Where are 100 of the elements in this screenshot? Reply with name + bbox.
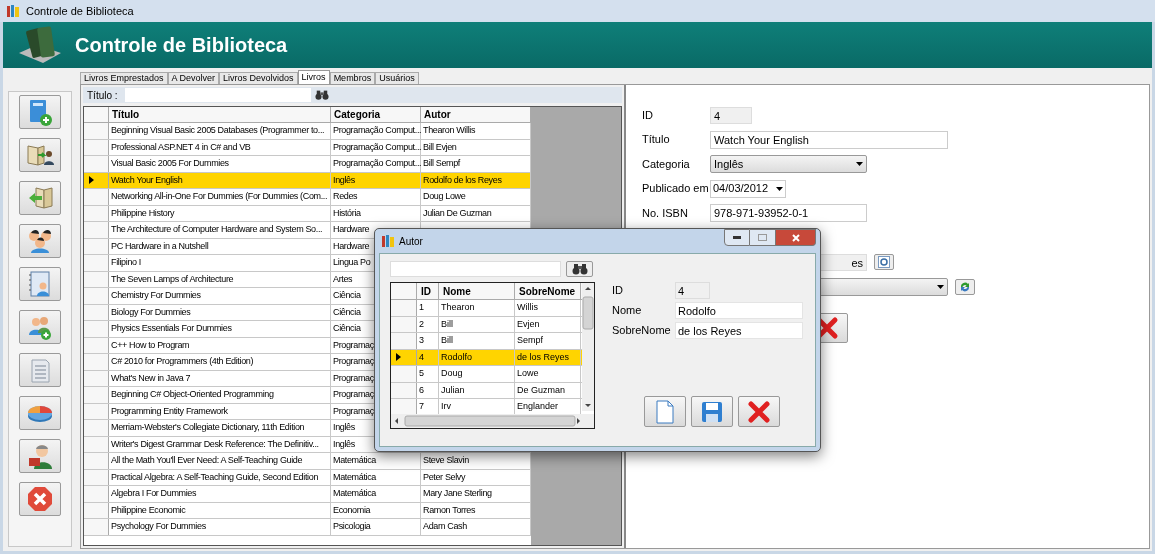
table-cell: Economia <box>333 503 371 517</box>
table-cell: Hardware <box>333 239 370 253</box>
table-cell-text: Redes <box>333 190 358 203</box>
table-row[interactable]: 7 Irv Englander <box>391 399 582 414</box>
table-cell: Artes <box>333 272 353 286</box>
table-row[interactable]: 1 Thearon Willis <box>391 300 582 317</box>
table-cell-text: Inglês <box>333 421 355 434</box>
app-icon <box>382 235 394 247</box>
table-cell-text: Programação Comput... <box>333 157 422 170</box>
field-label: No. ISBN <box>642 206 688 219</box>
person-reading-icon <box>26 442 54 470</box>
column-header[interactable]: Título <box>109 107 331 122</box>
table-cell: Programação Comput... <box>333 140 422 154</box>
table-row[interactable]: Beginning Visual Basic 2005 Databases (Programmer to... Programação Comput... Thearon Willis <box>84 123 531 140</box>
minimize-button[interactable] <box>724 229 750 246</box>
tab[interactable]: Usuários <box>375 72 419 84</box>
tab[interactable]: Livros <box>297 70 330 84</box>
book-return-button[interactable] <box>19 181 61 215</box>
table-cell: Ciência <box>333 305 361 319</box>
close-icon <box>26 485 54 513</box>
text-field[interactable]: 978-971-93952-0-1 <box>710 204 867 222</box>
table-cell: Matemática <box>333 470 377 484</box>
tab[interactable]: Livros Emprestados <box>80 72 168 84</box>
table-cell-text: Bill Sempf <box>423 157 460 170</box>
table-cell: PC Hardware in a Nutshell <box>111 239 209 253</box>
table-cell: Philippine History <box>111 206 175 220</box>
table-cell: Inglês <box>333 173 355 187</box>
table-cell: Peter Selvy <box>423 470 466 484</box>
column-header[interactable]: Nome <box>439 283 515 299</box>
table-cell: Julian De Guzman <box>423 206 492 220</box>
tab[interactable]: A Devolver <box>167 72 220 84</box>
table-cell: Programaç <box>333 338 374 352</box>
report-button[interactable] <box>19 353 61 387</box>
contact-book-button[interactable] <box>19 267 61 301</box>
column-header[interactable]: SobreNome <box>515 283 581 299</box>
table-cell: Programaç <box>333 371 374 385</box>
table-cell-text: Beginning Visual Basic 2005 Databases (Programmer to... <box>111 124 325 137</box>
close-button[interactable] <box>19 482 61 516</box>
tab[interactable]: Livros Devolvidos <box>219 72 298 84</box>
search-field[interactable] <box>125 88 311 102</box>
delete-button[interactable] <box>738 396 780 427</box>
table-row[interactable]: 3 Bill Sempf <box>391 333 582 350</box>
table-cell: What's New in Java 7 <box>111 371 191 385</box>
search-button[interactable] <box>315 88 329 102</box>
save-button[interactable] <box>691 396 733 427</box>
table-row[interactable]: All the Math You'll Ever Need: A Self-Teaching Guide Matemática Steve Slavin <box>84 453 531 470</box>
table-cell-text: Algebra I For Dummies <box>111 487 197 500</box>
table-cell-text: Merriam-Webster's Collegiate Dictionary, 11th Edition <box>111 421 305 434</box>
table-cell-text: Visual Basic 2005 For Dummies <box>111 157 229 170</box>
refresh-button[interactable] <box>955 278 975 295</box>
table-cell-text: The Architecture of Computer Hardware and System So... <box>111 223 323 236</box>
new-button[interactable] <box>644 396 686 427</box>
search-field[interactable] <box>390 261 561 277</box>
table-cell-text: Beginning C# Object-Oriented Programming <box>111 388 274 401</box>
table-cell: Practical Algebra: A Self-Teaching Guide, Second Edition <box>111 470 319 484</box>
tab[interactable]: Membros <box>329 72 376 84</box>
table-row[interactable]: Algebra I For Dummies Matemática Mary Jane Sterling <box>84 486 531 503</box>
close-button[interactable] <box>776 229 816 246</box>
table-row[interactable]: Psychology For Dummies Psicologia Adam Cash <box>84 519 531 536</box>
add-person-button[interactable] <box>19 310 61 344</box>
current-row-icon <box>89 176 94 185</box>
text-field[interactable]: Rodolfo <box>675 302 803 319</box>
id-field: 4 <box>710 106 752 124</box>
table-row[interactable]: Networking All-in-One For Dummies (For Dummies (Com... Redes Doug Lowe <box>84 189 531 206</box>
table-cell-text: C# 2010 for Programmers (4th Edition) <box>111 355 254 368</box>
table-cell: Professional ASP.NET 4 in C# and VB <box>111 140 251 154</box>
column-header[interactable]: Categoria <box>331 107 421 122</box>
current-row-icon <box>396 353 401 362</box>
table-cell: Rodolfo de los Reyes <box>423 173 502 187</box>
field-label: SobreNome <box>612 323 672 339</box>
category-dropdown[interactable]: Inglês <box>710 155 867 173</box>
table-cell-text: Filipino I <box>111 256 141 269</box>
search-label: Título : <box>87 88 119 103</box>
table-cell: Ramon Torres <box>423 503 476 517</box>
close-icon <box>791 233 800 242</box>
table-row[interactable]: Visual Basic 2005 For Dummies Programação Comput... Bill Sempf <box>84 156 531 173</box>
binoculars-icon <box>315 89 329 101</box>
id-field: 4 <box>675 282 710 299</box>
table-row[interactable]: 5 Doug Lowe <box>391 366 582 383</box>
search-button[interactable] <box>566 261 593 277</box>
pie-chart-button[interactable] <box>19 396 61 430</box>
table-cell: Philippine Economic <box>111 503 186 517</box>
lookup-button[interactable] <box>874 254 894 270</box>
table-cell-text: Lingua Po <box>333 256 371 269</box>
text-field[interactable]: de los Reyes <box>675 322 803 339</box>
maximize-button[interactable] <box>750 229 776 246</box>
column-header[interactable]: ID <box>417 283 439 299</box>
text-field[interactable]: Watch Your English <box>710 130 948 149</box>
table-cell-text: Steve Slavin <box>423 454 469 467</box>
column-header[interactable]: Autor <box>421 107 531 122</box>
table-cell-text: Psychology For Dummies <box>111 520 206 533</box>
date-picker[interactable]: 04/03/2012 <box>710 179 786 198</box>
table-cell-text: Adam Cash <box>423 520 467 533</box>
dropdown-arrow-icon <box>937 284 944 289</box>
book-person-button[interactable] <box>19 138 61 172</box>
people-button[interactable] <box>19 224 61 258</box>
dropdown-arrow-icon <box>776 186 783 191</box>
person-reading-button[interactable] <box>19 439 61 473</box>
field-label: Título <box>642 133 670 146</box>
add-book-button[interactable] <box>19 95 61 129</box>
